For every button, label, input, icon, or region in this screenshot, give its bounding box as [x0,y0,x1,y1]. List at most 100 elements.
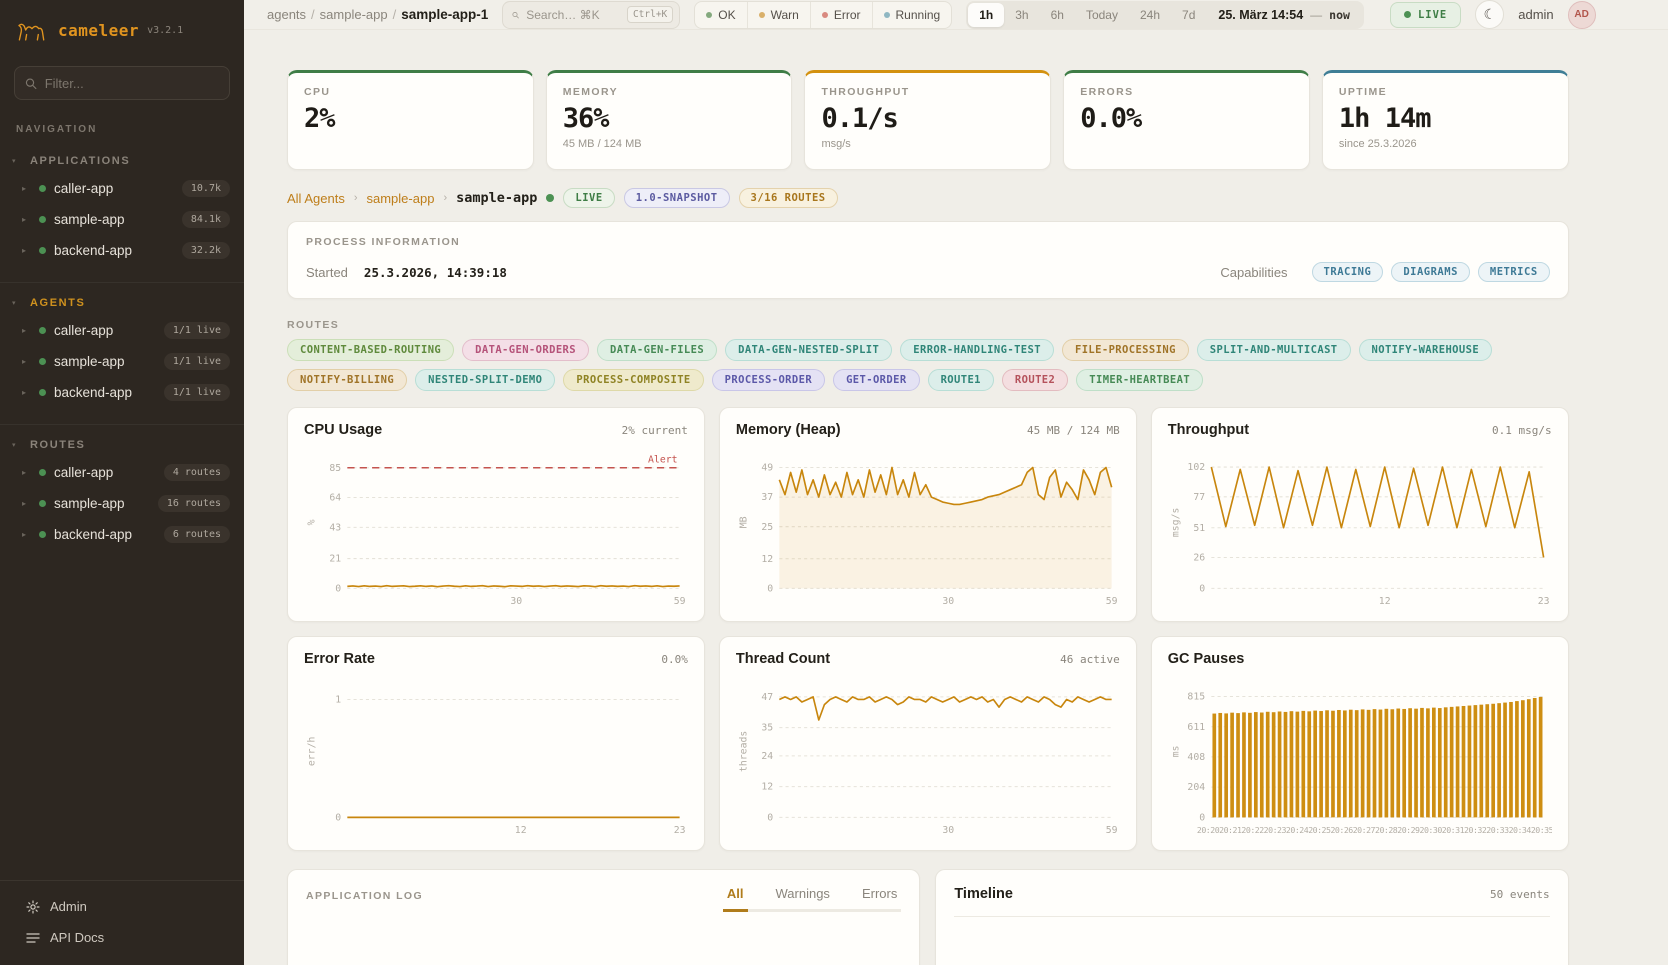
sidebar-item-agent-sample-app[interactable]: ▸ sample-app 1/1 live [0,346,244,377]
chart-meta: 45 MB / 124 MB [1027,424,1120,437]
cpu-usage-plot: 021436485%3059Alert [304,444,688,609]
range-7d[interactable]: 7d [1171,3,1206,27]
chart-title: Memory (Heap) [736,422,841,438]
route-chip[interactable]: TIMER-HEARTBEAT [1076,369,1203,391]
avatar[interactable]: AD [1568,1,1596,29]
svg-text:23: 23 [1537,596,1549,607]
memory-heap-plot: 012253749MB3059 [736,444,1120,609]
route-chip[interactable]: ROUTE2 [1002,369,1068,391]
sidebar-item-routes-sample-app[interactable]: ▸ sample-app 16 routes [0,488,244,519]
sidebar-item-agent-backend-app[interactable]: ▸ backend-app 1/1 live [0,377,244,408]
section-header-routes[interactable]: ▾ ROUTES [0,431,244,457]
live-toggle[interactable]: LIVE [1390,2,1461,28]
capabilities-label: Capabilities [1220,265,1287,280]
route-chip[interactable]: DATA-GEN-ORDERS [462,339,589,361]
chart-thread-count: Thread Count46 active 012243547threads30… [719,636,1137,851]
route-chip[interactable]: PROCESS-ORDER [712,369,825,391]
svg-text:51: 51 [1193,523,1205,534]
svg-text:77: 77 [1193,492,1205,503]
search-input[interactable] [526,8,620,22]
status-dot [39,327,46,334]
route-chip[interactable]: DATA-GEN-NESTED-SPLIT [725,339,892,361]
range-24h[interactable]: 24h [1129,3,1171,27]
list-icon [26,932,40,944]
svg-text:43: 43 [329,522,341,533]
section-title: APPLICATIONS [30,155,130,167]
timeline-card: Timeline 50 events [935,869,1568,965]
sidebar-item-routes-caller-app[interactable]: ▸ caller-app 4 routes [0,457,244,488]
route-chip[interactable]: ROUTE1 [928,369,994,391]
tab-all[interactable]: All [723,886,748,912]
filter-error[interactable]: Error [810,2,872,28]
kpi-errors: ERRORS 0.0% [1063,70,1310,170]
svg-text:25: 25 [761,522,773,533]
link-all-agents[interactable]: All Agents [287,191,345,206]
ok-dot [706,12,712,18]
username-label: admin [1518,7,1553,22]
svg-text:102: 102 [1187,462,1205,473]
svg-text:20:2020:2120:2220:2320:2420:25: 20:2020:2120:2220:2320:2420:2520:2620:27… [1197,825,1552,835]
status-dot [39,469,46,476]
sidebar-section-routes: ▾ ROUTES ▸ caller-app 4 routes ▸ sample-… [0,424,244,560]
route-chip[interactable]: GET-ORDER [833,369,920,391]
chart-meta: 0.1 msg/s [1492,424,1552,437]
svg-text:12: 12 [515,825,527,836]
routes-section: ROUTES CONTENT-BASED-ROUTINGDATA-GEN-ORD… [287,319,1569,391]
route-chip[interactable]: SPLIT-AND-MULTICAST [1197,339,1351,361]
moon-icon: ☾ [1483,6,1496,23]
count-badge: 4 routes [164,464,230,481]
section-title: AGENTS [30,297,85,309]
status-dot [39,216,46,223]
route-chip[interactable]: FILE-PROCESSING [1062,339,1189,361]
filter-running[interactable]: Running [872,2,952,28]
search-icon [512,9,519,21]
global-search[interactable]: Ctrl+K [502,1,680,29]
route-chip[interactable]: NOTIFY-WAREHOUSE [1359,339,1493,361]
route-chip[interactable]: ERROR-HANDLING-TEST [900,339,1054,361]
gear-icon [26,900,40,914]
sidebar-filter-input[interactable] [45,76,219,91]
range-6h[interactable]: 6h [1040,3,1075,27]
sidebar-item-agent-caller-app[interactable]: ▸ caller-app 1/1 live [0,315,244,346]
chevron-down-icon: ▾ [12,441,20,449]
filter-ok[interactable]: OK [695,2,746,28]
app-logo[interactable]: cameleer v3.2.1 [0,0,244,58]
sidebar-item-routes-backend-app[interactable]: ▸ backend-app 6 routes [0,519,244,550]
chart-error-rate: Error Rate0.0% 01err/h1223 [287,636,705,851]
route-chip[interactable]: NESTED-SPLIT-DEMO [415,369,555,391]
tab-errors[interactable]: Errors [858,886,901,912]
sidebar-item-application-caller-app[interactable]: ▸ caller-app 10.7k [0,173,244,204]
gc-pauses-plot: 0204408611815ms20:2020:2120:2220:2320:24… [1168,673,1552,838]
sidebar-item-admin[interactable]: Admin [0,891,244,922]
breadcrumb-link-agents[interactable]: agents [267,7,306,22]
date-range-picker[interactable]: 25. März 14:54 — now [1206,4,1362,26]
version-badge: 1.0-SNAPSHOT [624,188,730,208]
count-badge: 10.7k [182,180,230,197]
application-log-title: APPLICATION LOG [306,890,423,912]
chevron-right-icon: ▸ [22,388,31,397]
chart-title: Thread Count [736,651,830,667]
route-chip[interactable]: CONTENT-BASED-ROUTING [287,339,454,361]
sidebar-item-application-backend-app[interactable]: ▸ backend-app 32.2k [0,235,244,266]
range-today[interactable]: Today [1075,3,1129,27]
section-header-applications[interactable]: ▾ APPLICATIONS [0,147,244,173]
breadcrumb-link-sample-app[interactable]: sample-app [320,7,388,22]
filter-warn[interactable]: Warn [747,2,810,28]
sidebar-item-api-docs[interactable]: API Docs [0,922,244,953]
capability-badge: TRACING [1312,262,1384,282]
range-3h[interactable]: 3h [1004,3,1039,27]
sidebar-filter[interactable] [14,66,230,100]
svg-text:47: 47 [761,692,773,703]
tab-warnings[interactable]: Warnings [772,886,834,912]
theme-toggle-button[interactable]: ☾ [1475,0,1504,29]
route-chip[interactable]: DATA-GEN-FILES [597,339,717,361]
sidebar-item-application-sample-app[interactable]: ▸ sample-app 84.1k [0,204,244,235]
section-header-agents[interactable]: ▾ AGENTS [0,289,244,315]
current-agent-label: sample-app [456,190,537,206]
navigation-label: NAVIGATION [0,104,244,141]
link-sample-app[interactable]: sample-app [367,191,435,206]
route-chip[interactable]: NOTIFY-BILLING [287,369,407,391]
live-dot [1404,11,1411,18]
range-1h[interactable]: 1h [968,3,1004,27]
route-chip[interactable]: PROCESS-COMPOSITE [563,369,703,391]
